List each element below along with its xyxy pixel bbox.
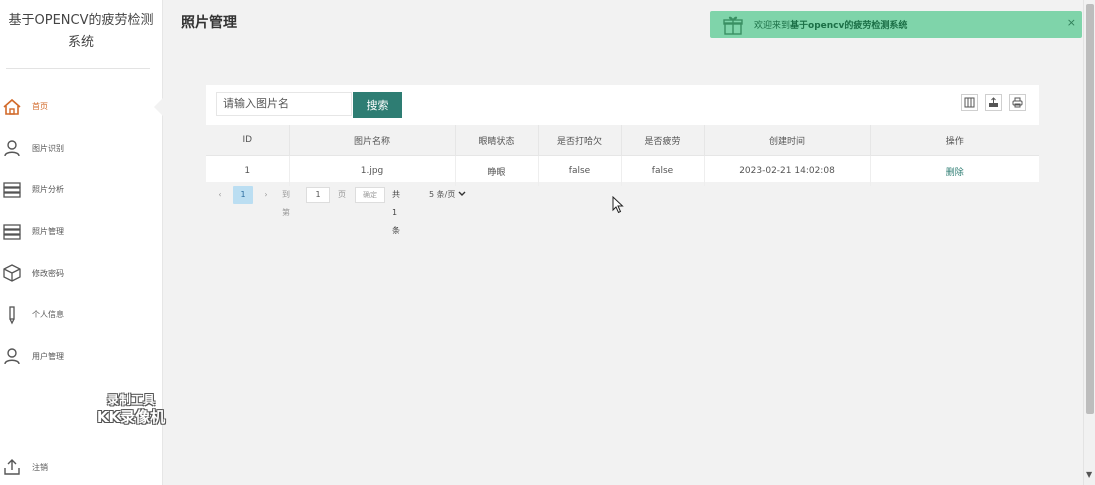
delete-link[interactable]: 删除 <box>946 168 964 178</box>
sidebar-item-image-recognition[interactable]: 图片识别 <box>0 128 162 170</box>
toast-close-icon[interactable]: × <box>1067 16 1076 29</box>
search-button[interactable]: 搜索 <box>353 92 402 118</box>
sidebar-divider <box>6 68 150 69</box>
goto-confirm-button[interactable]: 确定 <box>355 187 385 203</box>
page-title: 照片管理 <box>181 15 237 31</box>
page-number-current[interactable]: 1 <box>233 186 253 204</box>
sidebar-item-photo-analysis[interactable]: 照片分析 <box>0 169 162 211</box>
sidebar-nav: 首页 图片识别 照片分析 照片管理 修改密码 个人信息 用户管理 <box>0 86 163 378</box>
gift-icon <box>722 14 744 36</box>
app-title: 基于OPENCV的疲劳检测 系统 <box>8 13 154 50</box>
recorder-watermark: 录制工具 KK录像机 <box>96 393 166 426</box>
cell-yawn: false <box>538 155 622 186</box>
goto-label: 到第 <box>282 190 290 217</box>
photo-table-panel: 搜索 ID 图片名称 眼睛状态 是否打哈欠 是否疲劳 创建时间 操作 1 <box>206 85 1039 186</box>
sidebar-item-label: 照片管理 <box>32 227 64 237</box>
pen-icon <box>2 305 22 325</box>
page-scrollbar[interactable]: ▼ <box>1083 0 1095 485</box>
logout-button[interactable]: 注销 <box>0 455 164 479</box>
sidebar-item-user-management[interactable]: 用户管理 <box>0 336 162 378</box>
columns-icon <box>964 93 975 112</box>
sidebar-item-label: 图片识别 <box>32 143 64 153</box>
table-header-row: ID 图片名称 眼睛状态 是否打哈欠 是否疲劳 创建时间 操作 <box>206 125 1039 156</box>
column-header[interactable]: 是否打哈欠 <box>538 125 622 156</box>
mouse-cursor-icon <box>612 195 624 218</box>
user-icon <box>2 138 22 158</box>
print-button[interactable] <box>1009 94 1026 111</box>
user-icon <box>2 346 22 366</box>
sidebar-item-label: 照片分析 <box>32 185 64 195</box>
page-size-select[interactable]: 5 条/页 <box>429 187 479 203</box>
welcome-toast: 欢迎来到基于opencv的疲劳检测系统 × <box>710 11 1082 38</box>
sidebar-item-label: 个人信息 <box>32 310 64 320</box>
export-icon <box>988 93 999 112</box>
sidebar-item-profile[interactable]: 个人信息 <box>0 294 162 336</box>
sidebar-item-home[interactable]: 首页 <box>0 86 163 128</box>
page-label: 页 <box>338 190 346 199</box>
photo-table: ID 图片名称 眼睛状态 是否打哈欠 是否疲劳 创建时间 操作 1 1.jpg … <box>206 125 1039 186</box>
table-row: 1 1.jpg 睁眼 false false 2023-02-21 14:02:… <box>206 155 1039 186</box>
list-icon <box>2 180 22 200</box>
home-icon <box>2 97 22 117</box>
goto-page-input[interactable]: 1 <box>306 187 330 203</box>
cell-id: 1 <box>206 155 290 186</box>
list-icon <box>2 222 22 242</box>
prev-page-button[interactable]: ‹ <box>214 186 226 204</box>
chevron-down-icon <box>458 190 466 199</box>
upload-icon <box>2 457 22 477</box>
cell-action: 删除 <box>870 155 1039 186</box>
search-input[interactable] <box>216 92 352 116</box>
cell-name: 1.jpg <box>289 155 456 186</box>
scroll-down-icon[interactable]: ▼ <box>1086 470 1092 479</box>
scrollbar-thumb[interactable] <box>1086 4 1094 414</box>
cell-created: 2023-02-21 14:02:08 <box>704 155 871 186</box>
column-header[interactable]: 眼睛状态 <box>455 125 539 156</box>
print-icon <box>1012 93 1023 112</box>
columns-button[interactable] <box>961 94 978 111</box>
export-button[interactable] <box>985 94 1002 111</box>
sidebar-item-change-password[interactable]: 修改密码 <box>0 252 162 294</box>
sidebar-item-photo-management[interactable]: 照片管理 <box>0 211 162 253</box>
box-icon <box>2 263 22 283</box>
sidebar-item-label: 首页 <box>32 102 48 112</box>
column-header[interactable]: 创建时间 <box>704 125 871 156</box>
total-count: 共 1 条 <box>392 190 400 235</box>
next-page-button[interactable]: › <box>260 186 272 204</box>
column-header[interactable]: 图片名称 <box>289 125 456 156</box>
sidebar-item-label: 用户管理 <box>32 351 64 361</box>
toast-message: 欢迎来到基于opencv的疲劳检测系统 <box>754 21 908 31</box>
column-header[interactable]: ID <box>206 125 290 156</box>
sidebar-item-label: 修改密码 <box>32 268 64 278</box>
column-header: 操作 <box>870 125 1039 156</box>
column-header[interactable]: 是否疲劳 <box>621 125 705 156</box>
cell-fatigue: false <box>621 155 705 186</box>
logout-label: 注销 <box>32 462 48 472</box>
cell-eye-state: 睁眼 <box>455 155 539 186</box>
